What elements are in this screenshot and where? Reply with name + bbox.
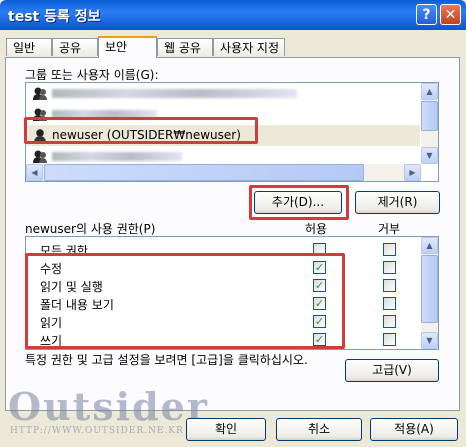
permissions-label: newuser의 사용 권한(P) (25, 222, 156, 236)
watermark-url: HTTP://WWW.OUTSIDER.NE.KR (10, 426, 184, 436)
help-button[interactable]: ? (416, 4, 437, 25)
remove-button[interactable]: 제거(R) (355, 191, 440, 214)
properties-dialog: test 등록 정보 ? ✕ 일반 공유 보안 웹 공유 사용자 지정 그룹 또… (0, 0, 466, 447)
advanced-button[interactable]: 고급(V) (345, 359, 439, 382)
advanced-note: 특정 권한 및 고급 설정을 보려면 [고급]을 클릭하십시오. (25, 353, 308, 367)
scroll-thumb[interactable] (44, 164, 364, 181)
deny-checkbox[interactable] (383, 279, 396, 292)
scroll-up-icon[interactable]: ▲ (421, 83, 438, 100)
tab-general[interactable]: 일반 (6, 38, 52, 56)
redacted-user-name (52, 152, 182, 161)
users-label: 그룹 또는 사용자 이름(G): (25, 68, 159, 82)
deny-header: 거부 (378, 222, 401, 236)
deny-checkbox[interactable] (383, 261, 396, 274)
tab-sharing[interactable]: 공유 (52, 38, 98, 56)
apply-button[interactable]: 적용(A) (370, 418, 458, 441)
highlight-selected-user (24, 117, 258, 144)
scroll-down-icon[interactable]: ▼ (421, 332, 438, 349)
scroll-up-icon[interactable]: ▲ (421, 237, 438, 254)
highlight-permissions (25, 253, 345, 349)
users-horizontal-scrollbar[interactable]: ◀ ▶ (26, 164, 421, 181)
ok-button[interactable]: 확인 (186, 418, 266, 441)
scroll-down-icon[interactable]: ▼ (421, 147, 438, 164)
scroll-left-icon[interactable]: ◀ (26, 164, 43, 181)
deny-checkbox[interactable] (383, 315, 396, 328)
user-group-icon (33, 87, 47, 100)
allow-header: 허용 (305, 222, 328, 236)
redacted-user-name (52, 89, 297, 98)
tab-security[interactable]: 보안 (98, 36, 157, 58)
title-bar[interactable]: test 등록 정보 ? ✕ (0, 0, 466, 30)
deny-checkbox[interactable] (383, 297, 396, 310)
highlight-add-button (249, 185, 349, 220)
watermark-logo: Outsider (8, 384, 209, 429)
close-button[interactable]: ✕ (440, 4, 461, 25)
user-group-icon (33, 150, 47, 163)
deny-checkbox[interactable] (383, 243, 396, 256)
scroll-thumb[interactable] (421, 255, 438, 323)
tab-customize[interactable]: 사용자 지정 (213, 38, 285, 56)
window-title: test 등록 정보 (8, 9, 101, 25)
tab-web-sharing[interactable]: 웹 공유 (157, 38, 213, 56)
permissions-scrollbar[interactable]: ▲ ▼ (421, 237, 438, 349)
list-item[interactable] (26, 83, 420, 104)
scroll-thumb[interactable] (421, 101, 438, 131)
deny-checkbox[interactable] (383, 333, 396, 346)
cancel-button[interactable]: 취소 (276, 418, 362, 441)
scroll-right-icon[interactable]: ▶ (404, 164, 421, 181)
users-vertical-scrollbar[interactable]: ▲ ▼ (421, 83, 438, 164)
